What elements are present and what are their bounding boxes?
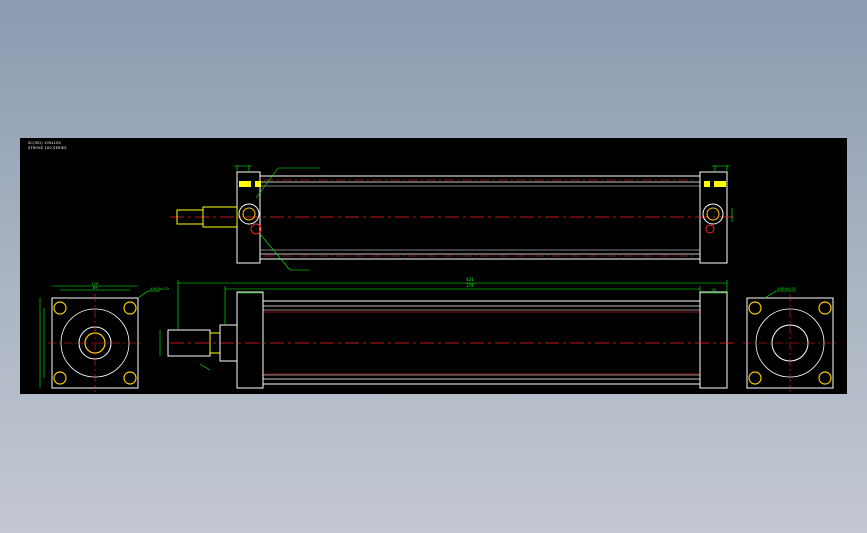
- side-dimensions: [159, 280, 728, 371]
- overall-dimension-text: 421: [466, 277, 474, 282]
- left-end-callout: 4-M10x1.25: [150, 287, 169, 291]
- side-right-endcap: [699, 291, 728, 389]
- cylinder-drawing: 421 374 20 110 89 4-M10x1.25 4-M10x1.25: [39, 165, 837, 392]
- top-view: [170, 165, 735, 271]
- right-end-view: 4-M10x1.25: [743, 287, 837, 392]
- right-end-callout: 4-M10x1.25: [777, 287, 796, 291]
- top-right-port: [702, 203, 724, 225]
- side-view: 421 374 20: [159, 277, 735, 389]
- top-left-port: [238, 203, 260, 225]
- stroke-dimension-text: 374: [466, 283, 474, 288]
- right-dimension-text: 20: [712, 288, 716, 292]
- side-left-endcap: [236, 291, 264, 389]
- left-end-view: 110 89 4-M10x1.25: [39, 282, 169, 392]
- left-end-bolt-spacing-text: 89: [93, 286, 97, 290]
- cad-viewport[interactable]: SC(ISO) 100x100 STROKE 100 SERIES 421 37…: [20, 138, 847, 394]
